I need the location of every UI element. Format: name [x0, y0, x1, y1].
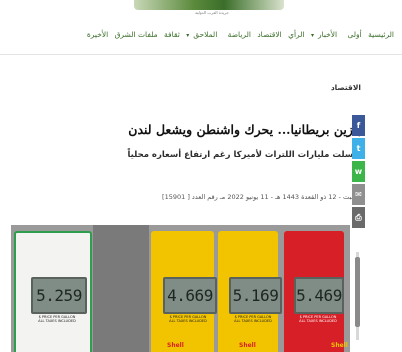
- price-note: $ PRICE PER GALLON ALL TAXES INCLUDED: [38, 315, 76, 323]
- facebook-icon: f: [356, 121, 361, 130]
- nav-item-last-page[interactable]: الأخيرة: [87, 30, 108, 39]
- price-note: $ PRICE PER GALLON ALL TAXES INCLUDED: [169, 315, 207, 323]
- nav-item-supplements[interactable]: الملاحق▾: [186, 30, 221, 39]
- section-label[interactable]: الاقتصاد: [331, 83, 361, 92]
- nav-item-news[interactable]: الأخبار▾: [311, 30, 341, 39]
- print-button[interactable]: ⎙: [352, 207, 365, 228]
- price-display: 5.469: [294, 277, 344, 314]
- chevron-down-icon: ▾: [310, 32, 314, 39]
- nav-item-economy[interactable]: الاقتصاد: [257, 30, 281, 39]
- article-subhead: أرسلت مليارات اللترات لأميركا رغم ارتفاع…: [127, 150, 361, 160]
- nav-item-files[interactable]: ملفات الشرق: [115, 30, 158, 39]
- logo-tagline: جريدة العرب الدولية: [195, 10, 229, 15]
- whatsapp-icon: w: [354, 167, 363, 176]
- email-share-button[interactable]: ✉: [352, 184, 365, 205]
- nav-item-home[interactable]: الرئيسية: [368, 30, 394, 39]
- nav-item-culture[interactable]: ثقافة: [164, 30, 180, 39]
- photo-gap: [93, 225, 149, 352]
- price-note: $ PRICE PER GALLON ALL TAXES INCLUDED: [234, 315, 272, 323]
- nav-item-news-label: الأخبار: [317, 30, 338, 39]
- shell-brand: Shell: [331, 342, 348, 349]
- site-logo[interactable]: [134, 0, 284, 10]
- price-display: 5.259: [31, 277, 87, 314]
- nav-divider: [0, 54, 402, 55]
- shell-brand: Shell: [167, 342, 184, 349]
- price-display: 4.669: [163, 277, 217, 314]
- email-icon: ✉: [355, 190, 362, 199]
- nav-item-first[interactable]: أولى: [348, 30, 362, 39]
- article-meta: السبت - 12 ذو القعدة 1443 هـ - 11 يونيو …: [162, 193, 361, 201]
- twitter-share-button[interactable]: t: [352, 138, 365, 159]
- price-display: 5.169: [229, 277, 282, 314]
- main-nav: الرئيسية أولى الأخبار▾ الرأي الاقتصاد ال…: [0, 30, 398, 48]
- share-scroll-thumb[interactable]: [355, 257, 360, 327]
- print-icon: ⎙: [355, 212, 362, 222]
- nav-item-sports[interactable]: الرياضة: [228, 30, 251, 39]
- site-header: جريدة العرب الدولية: [0, 0, 402, 20]
- nav-item-supplements-label: الملاحق: [193, 30, 218, 39]
- shell-brand: Shell: [239, 342, 256, 349]
- facebook-share-button[interactable]: f: [352, 115, 365, 136]
- share-bar: f t w ✉ ⎙: [352, 115, 365, 230]
- nav-item-opinion[interactable]: الرأي: [288, 30, 304, 39]
- twitter-icon: t: [356, 144, 361, 153]
- whatsapp-share-button[interactable]: w: [352, 161, 365, 182]
- price-note: $ PRICE PER GALLON ALL TAXES INCLUDED: [299, 315, 337, 323]
- article-photo: 5.259 4.669 5.169 5.469 $ PRICE PER GALL…: [11, 225, 350, 352]
- chevron-down-icon: ▾: [186, 32, 190, 39]
- article-headline: بنزين بريطانيا... يحرك واشنطن ويشعل لندن: [128, 122, 361, 137]
